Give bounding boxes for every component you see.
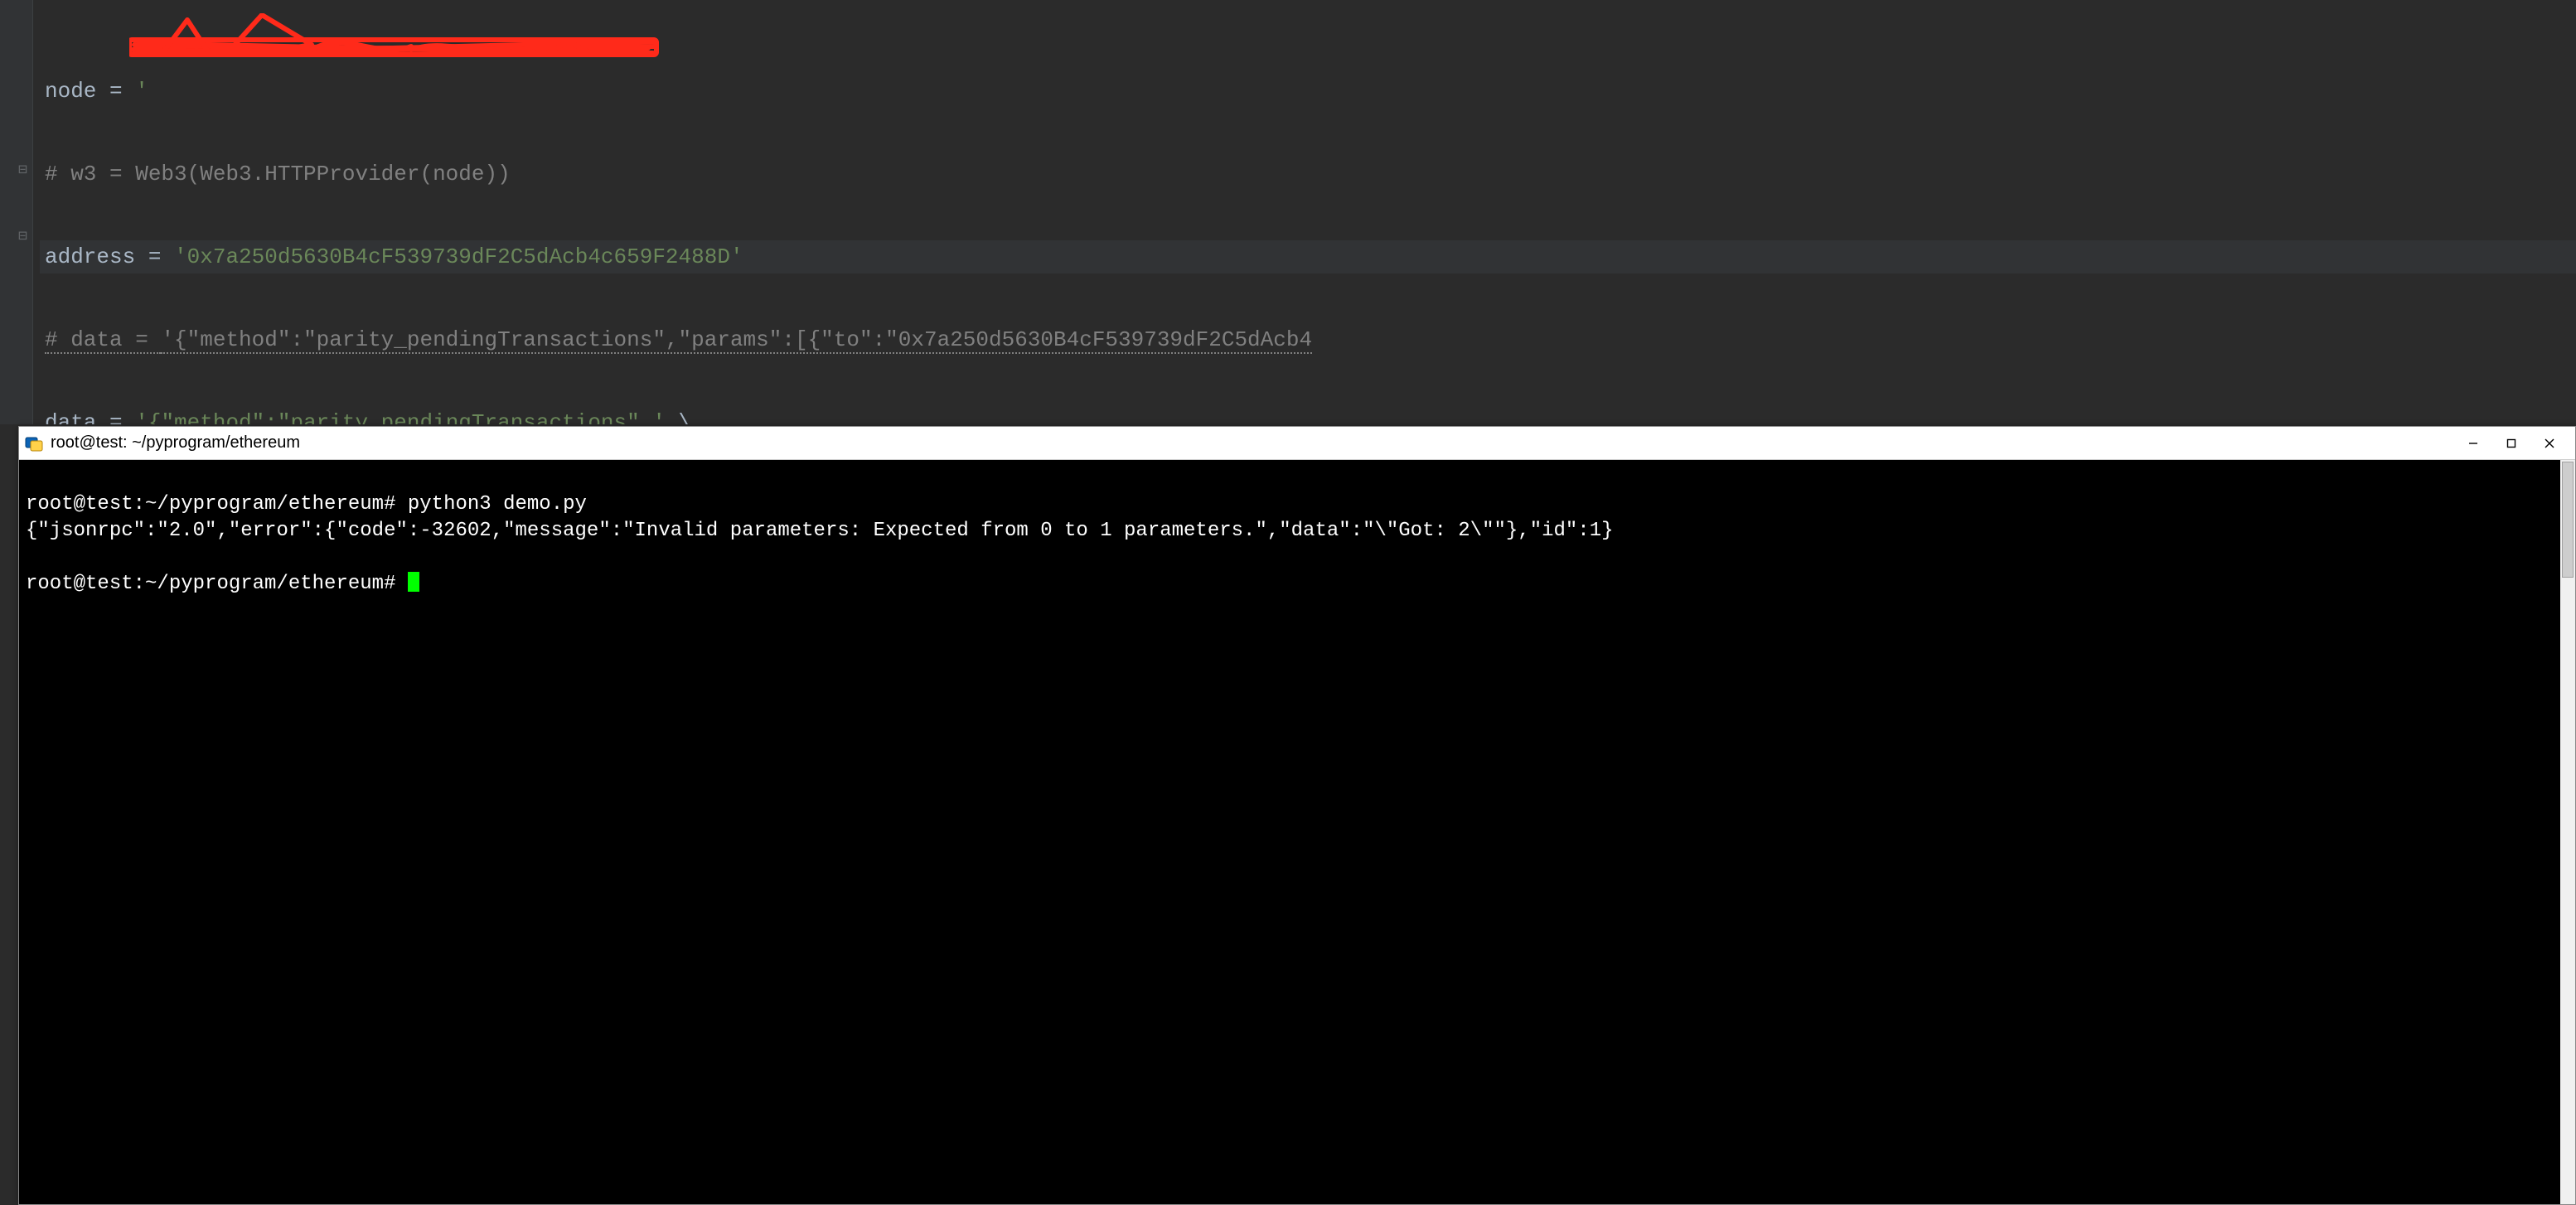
terminal-title: root@test: ~/pyprogram/ethereum [51,433,300,452]
line-continuation: \ [666,410,691,424]
operator: = [96,410,135,424]
comment: # data = [45,327,161,354]
minimize-button[interactable] [2454,430,2492,457]
fold-start-icon: ⊟ [18,164,31,177]
maximize-button[interactable] [2492,430,2530,457]
terminal-output: {"jsonrpc":"2.0","error":{"code":-32602,… [26,520,1614,542]
operator: = [96,79,135,104]
code-line[interactable]: address = '0x7a250d5630B4cF539739dF2C5dA… [40,240,2576,273]
variable: node [45,79,96,104]
fold-end-icon: ⊟ [18,230,31,244]
terminal-body[interactable]: root@test:~/pyprogram/ethereum# python3 … [19,460,2575,1204]
terminal-titlebar[interactable]: root@test: ~/pyprogram/ethereum [19,427,2575,460]
variable: address [45,244,135,269]
operator: = [135,244,174,269]
terminal-window: root@test: ~/pyprogram/ethereum root@tes… [18,426,2576,1205]
code-line[interactable]: # data = '{"method":"parity_pendingTrans… [40,323,2576,356]
scrollbar-thumb[interactable] [2562,462,2574,578]
variable: data [45,410,96,424]
code-editor[interactable]: ⊟ ⊟ node = ' # w3 = Web3(Web3.HTTPProvid… [0,0,2576,424]
comment: # w3 = Web3(Web3.HTTPProvider(node)) [45,162,511,186]
terminal-command-line: root@test:~/pyprogram/ethereum# python3 … [26,493,587,515]
code-line[interactable]: data = '{"method":"parity_pendingTransac… [40,406,2576,424]
string: '0x7a250d5630B4cF539739dF2C5dAcb4c659F24… [174,244,743,269]
cursor-icon [408,572,419,592]
string: '{"method":"parity_pendingTransactions",… [135,410,666,424]
code-lines[interactable]: node = ' # w3 = Web3(Web3.HTTPProvider(n… [40,25,2576,424]
terminal-icon [24,433,44,453]
editor-gutter: ⊟ ⊟ [0,0,33,424]
terminal-scrollbar[interactable] [2560,460,2575,1204]
terminal-prompt: root@test:~/pyprogram/ethereum# [26,573,408,595]
string-quote: ' [135,79,148,104]
code-line[interactable]: node = ' [40,75,2576,108]
code-line[interactable]: # w3 = Web3(Web3.HTTPProvider(node)) [40,157,2576,191]
comment: '{"method":"parity_pendingTransactions",… [161,327,1312,354]
close-button[interactable] [2530,430,2569,457]
